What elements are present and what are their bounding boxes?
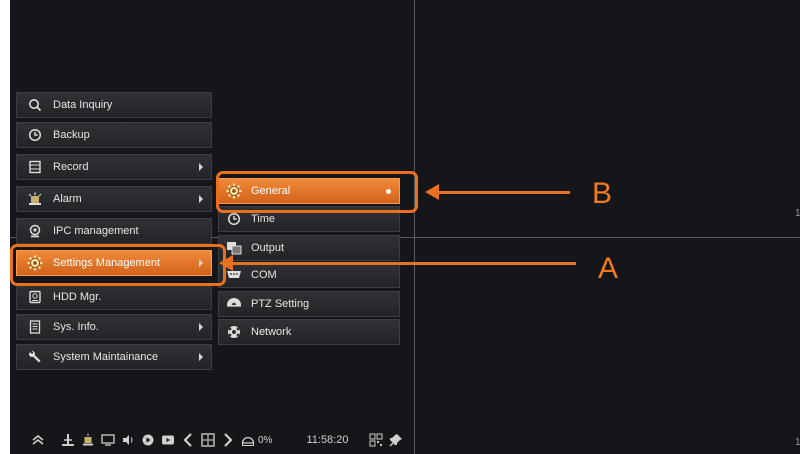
callout-box-a xyxy=(10,244,226,286)
menu-item-backup[interactable]: Backup xyxy=(16,122,212,148)
callout-arrow-a-icon xyxy=(219,255,233,271)
camera-icon xyxy=(25,223,45,239)
menu-item-label: Alarm xyxy=(53,193,82,205)
menu-item-label: Record xyxy=(53,161,89,173)
next-icon[interactable] xyxy=(218,431,238,449)
menu-item-label: Data Inquiry xyxy=(53,99,113,111)
callout-arrow-b-icon xyxy=(425,184,439,200)
hdd-icon xyxy=(238,431,258,449)
hdd-icon xyxy=(25,289,45,305)
submenu-item-label: Time xyxy=(251,213,276,225)
clock-time-text: 11:58:20 xyxy=(306,434,349,446)
submenu-arrow-icon xyxy=(199,353,203,361)
network-icon xyxy=(225,324,243,340)
volume-icon[interactable] xyxy=(118,431,138,449)
callout-arrow-b-line xyxy=(438,191,570,194)
submenu-arrow-icon xyxy=(199,163,203,171)
callout-box-b xyxy=(216,171,418,213)
submenu-item-label: PTZ Setting xyxy=(251,298,310,310)
menu-item-label: HDD Mgr. xyxy=(53,291,102,303)
submenu-item-label: Network xyxy=(251,326,292,338)
record-icon[interactable] xyxy=(158,431,178,449)
callout-arrow-a-line xyxy=(232,262,576,265)
submenu-item-label: COM xyxy=(251,269,277,281)
taskbar: 0% 11:58:20 xyxy=(28,430,406,450)
callout-label-a: A xyxy=(598,252,619,285)
channel-edge-label: 1 xyxy=(795,437,800,448)
screen-icon[interactable] xyxy=(98,431,118,449)
left-edge-strip xyxy=(0,0,10,454)
submenu-item-com[interactable]: COM xyxy=(218,262,400,288)
hdd-usage-text: 0% xyxy=(258,434,273,446)
submenu-item-label: Output xyxy=(251,242,285,254)
channel-divider-vertical xyxy=(414,0,415,454)
menu-item-label: Sys. Info. xyxy=(53,321,99,333)
home-icon[interactable] xyxy=(28,431,48,449)
grid-icon[interactable] xyxy=(198,431,218,449)
callout-label-b: B xyxy=(592,177,613,210)
menu-item-alarm[interactable]: Alarm xyxy=(16,186,212,212)
menu-item-ipc-management[interactable]: IPC management xyxy=(16,218,212,244)
output-icon xyxy=(225,240,243,256)
submenu-item-network[interactable]: Network xyxy=(218,319,400,345)
pin-icon[interactable] xyxy=(386,431,406,449)
menu-item-label: IPC management xyxy=(53,225,139,237)
tree-icon[interactable] xyxy=(58,431,78,449)
film-icon xyxy=(25,159,45,175)
channel-edge-label: 1 xyxy=(795,208,800,219)
clock-icon xyxy=(25,127,45,143)
alarm-icon xyxy=(25,191,45,207)
menu-item-hdd-mgr[interactable]: HDD Mgr. xyxy=(16,284,212,310)
clock-icon xyxy=(225,211,243,227)
prev-icon[interactable] xyxy=(178,431,198,449)
submenu-item-ptz-setting[interactable]: PTZ Setting xyxy=(218,291,400,317)
menu-item-data-inquiry[interactable]: Data Inquiry xyxy=(16,92,212,118)
playback-icon[interactable] xyxy=(138,431,158,449)
submenu-item-output[interactable]: Output xyxy=(218,235,400,261)
alarm-icon[interactable] xyxy=(78,431,98,449)
menu-item-sys-info[interactable]: Sys. Info. xyxy=(16,314,212,340)
menu-item-system-maintainance[interactable]: System Maintainance xyxy=(16,344,212,370)
ptz-camera-icon xyxy=(225,296,243,312)
menu-item-label: System Maintainance xyxy=(53,351,159,363)
qr-code-icon[interactable] xyxy=(366,431,386,449)
submenu-arrow-icon xyxy=(199,323,203,331)
menu-item-label: Backup xyxy=(53,129,90,141)
wrench-icon xyxy=(25,349,45,365)
menu-item-record[interactable]: Record xyxy=(16,154,212,180)
document-icon xyxy=(25,319,45,335)
submenu-arrow-icon xyxy=(199,195,203,203)
search-icon xyxy=(25,97,45,113)
